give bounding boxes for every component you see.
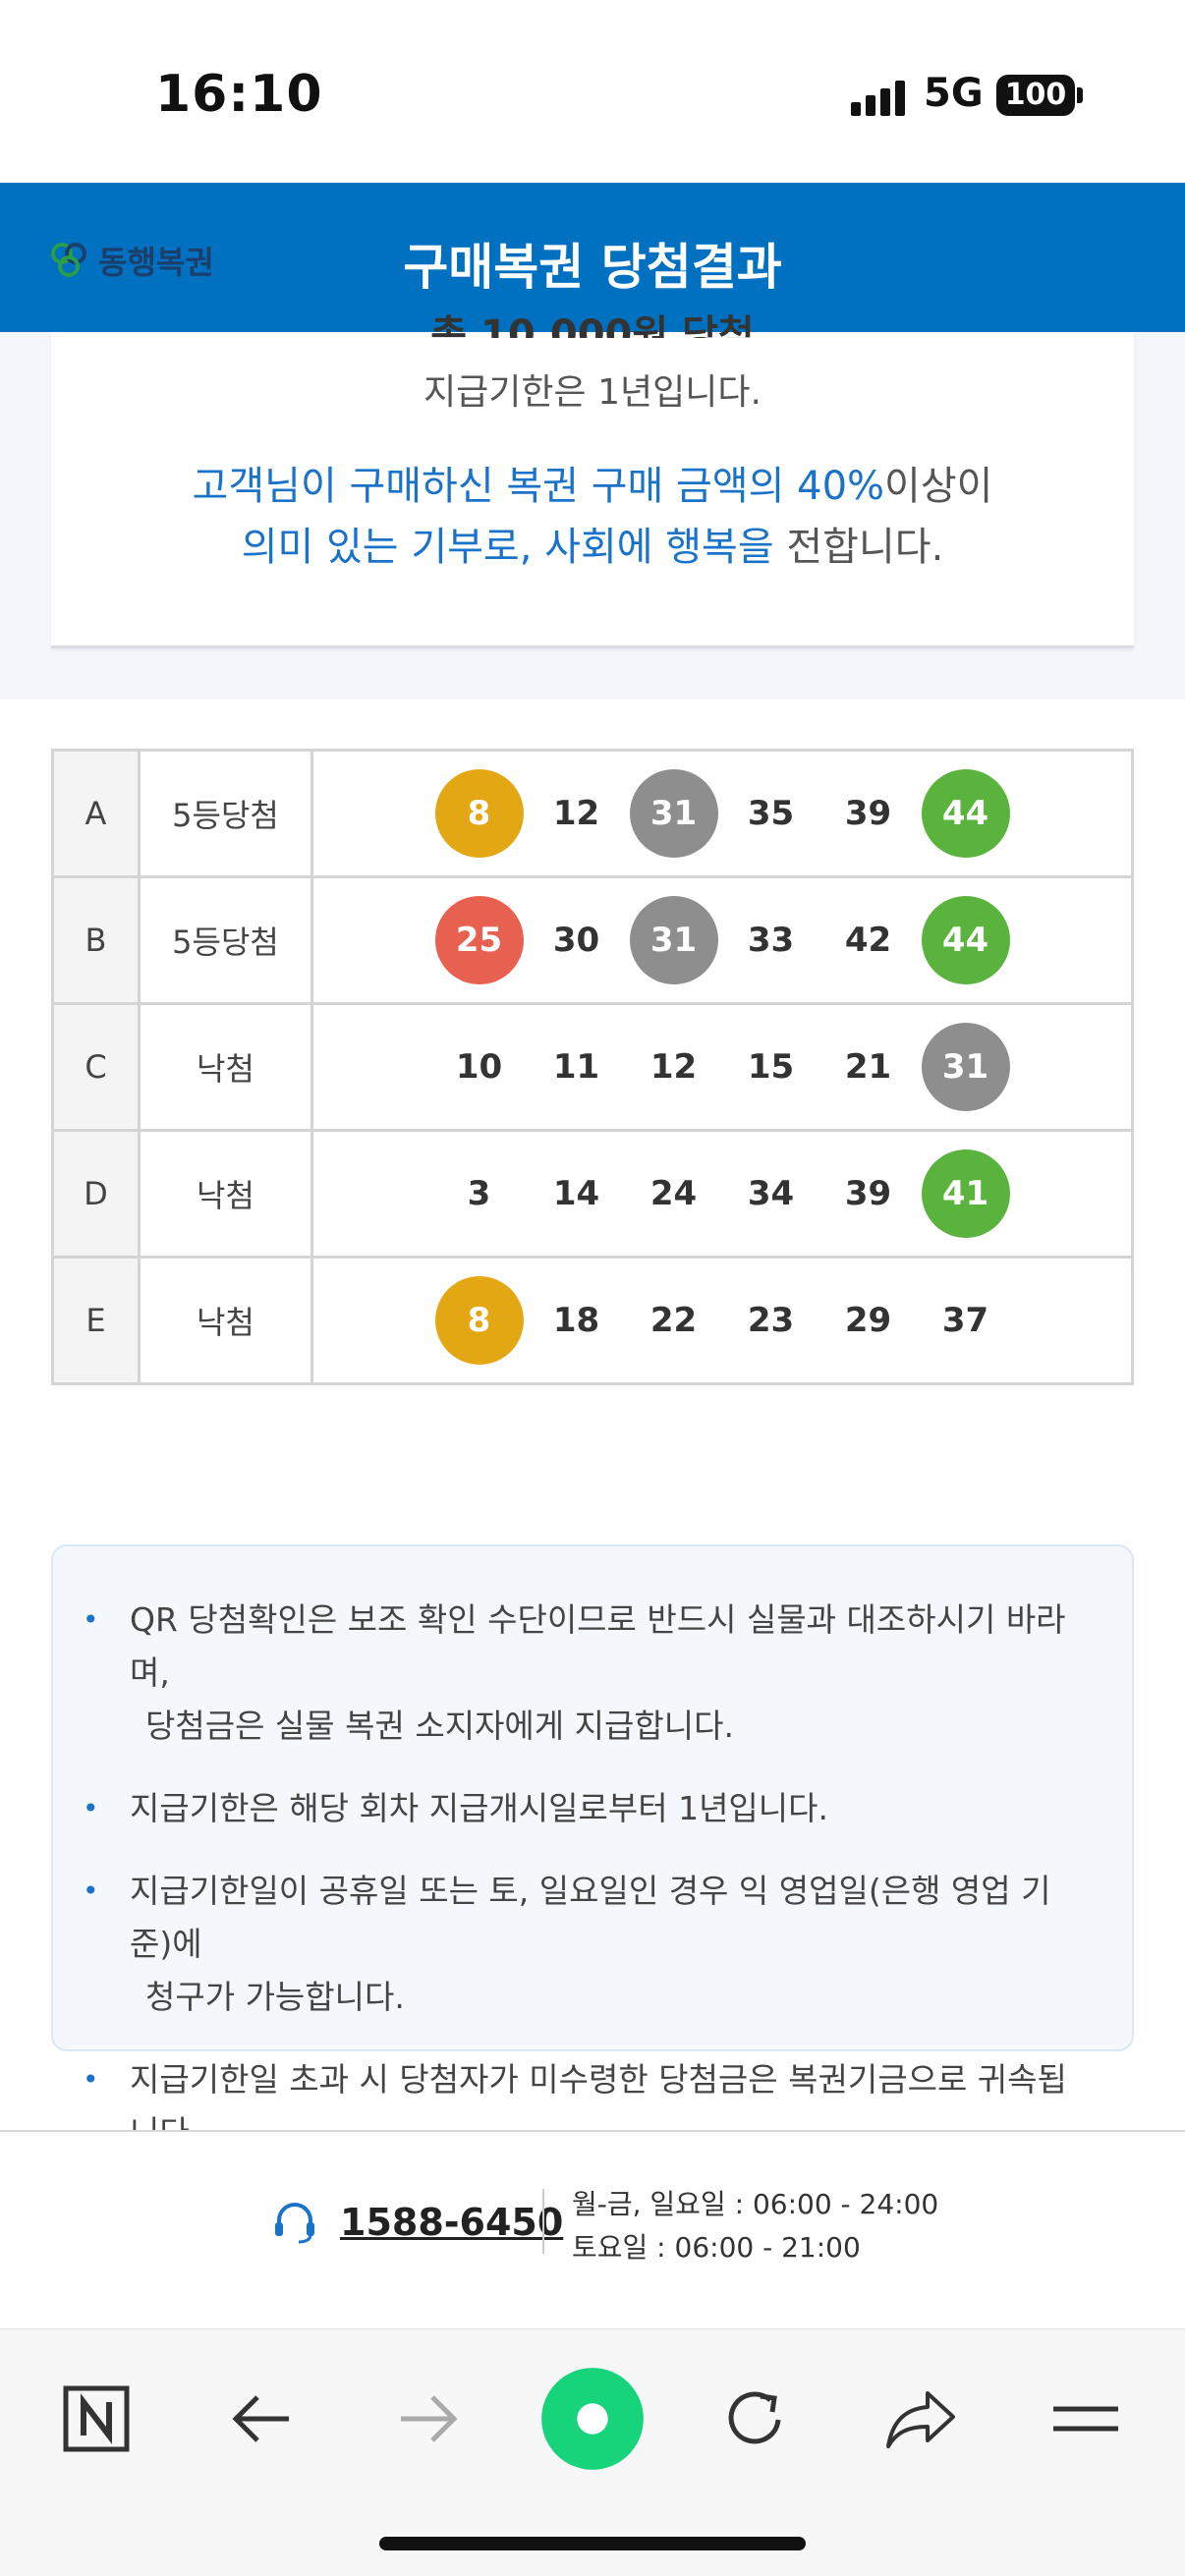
lotto-number: 34 [747,1174,795,1213]
result-numbers: 10 11 12 15 21 31 [310,1002,1134,1132]
result-rank: 낙첨 [138,1256,313,1385]
forward-button[interactable] [373,2365,481,2473]
result-row-id: E [51,1256,141,1385]
notice-text: 지급기한은 해당 회차 지급개시일로부터 1년입니다. [130,1789,829,1827]
result-row: E 낙첨 8 18 22 23 29 37 [51,1256,1134,1385]
summary-card: 총 10,000원 당첨 지급기한은 1년입니다. 고객님이 구매하신 복권 구… [51,312,1134,648]
lotto-number: 18 [552,1301,600,1340]
matched-number-ball: 41 [921,1149,1010,1238]
lotto-number: 23 [747,1301,795,1340]
notice-text-cont: 청구가 가능합니다. [145,1978,405,2016]
refresh-button[interactable] [702,2365,810,2473]
result-row-id: A [51,749,141,878]
naver-home-button[interactable] [42,2365,150,2473]
result-numbers: 8 12 31 35 39 44 [310,749,1134,878]
message-line1-highlight: 고객님이 구매하신 복권 구매 금액의 40% [192,464,885,509]
results-table: A 5등당첨 8 12 31 35 39 44 B 5등당첨 25 30 31 33 42 44 C 낙첨 10 11… [51,749,1134,1385]
result-rank: 5등당첨 [138,875,313,1005]
result-numbers: 25 30 31 33 42 44 [310,875,1134,1005]
matched-number-ball: 31 [629,769,718,858]
notice-text: 지급기한일이 공휴일 또는 토, 일요일인 경우 익 영업일(은행 영업 기준)… [130,1872,1051,1963]
footer: 1588-6450 월-금, 일요일 : 06:00 - 24:00 토요일 :… [0,2130,1185,2328]
summary-area: 총 10,000원 당첨 지급기한은 1년입니다. 고객님이 구매하신 복권 구… [0,312,1185,700]
result-rank: 5등당첨 [138,749,313,878]
donation-message: 고객님이 구매하신 복권 구매 금액의 40%이상이 의미 있는 기부로, 사회… [51,456,1134,578]
status-bar: 16:10 5G 100 [0,0,1185,183]
lotto-number: 33 [747,921,795,960]
menu-icon [1053,2406,1118,2432]
share-button[interactable] [867,2365,975,2473]
signal-icon [851,81,906,116]
message-line2-rest: 전합니다. [773,525,944,570]
lotto-number: 39 [844,794,892,833]
naver-home-icon [63,2385,130,2452]
network-type: 5G [924,71,984,116]
notice-text-cont: 당첨금은 실물 복권 소지자에게 지급합니다. [145,1707,734,1745]
lotto-number: 12 [552,794,600,833]
result-row-id: C [51,1002,141,1132]
lotto-number: 10 [455,1047,503,1087]
result-row: B 5등당첨 25 30 31 33 42 44 [51,875,1134,1005]
lotto-number: 39 [844,1174,892,1213]
lotto-number: 12 [649,1047,698,1087]
lotto-number: 37 [941,1301,989,1340]
back-arrow-icon [232,2395,289,2442]
result-numbers: 3 14 24 34 39 41 [310,1129,1134,1259]
matched-number-ball: 31 [921,1023,1010,1111]
matched-number-ball: 44 [921,896,1010,984]
green-dot-icon [541,2368,644,2470]
refresh-icon [728,2391,781,2444]
matched-number-ball: 8 [434,1276,524,1365]
status-time: 16:10 [155,65,323,124]
notice-item: QR 당첨확인은 보조 확인 수단이므로 반드시 실물과 대조하시기 바라며, … [83,1594,1093,1753]
message-line1-rest: 이상이 [884,464,993,509]
lotto-number: 11 [552,1047,600,1087]
deadline-text: 지급기한은 1년입니다. [423,372,762,413]
result-row: D 낙첨 3 14 24 34 39 41 [51,1129,1134,1259]
result-row-id: B [51,875,141,1005]
lotto-number: 30 [552,921,600,960]
result-row-id: D [51,1129,141,1259]
lotto-number: 24 [649,1174,698,1213]
result-rank: 낙첨 [138,1129,313,1259]
notice-text: QR 당첨확인은 보조 확인 수단이므로 반드시 실물과 대조하시기 바라며, [130,1600,1066,1692]
notice-box: QR 당첨확인은 보조 확인 수단이므로 반드시 실물과 대조하시기 바라며, … [51,1544,1134,2152]
lotto-number: 29 [844,1301,892,1340]
footer-divider [542,2189,544,2254]
home-indicator [379,2537,806,2550]
page-title: 구매복권 당첨결과 [403,239,782,296]
result-numbers: 8 18 22 23 29 37 [310,1256,1134,1385]
lotto-number: 3 [467,1174,491,1213]
lotto-number: 15 [747,1047,795,1087]
lotto-number: 35 [747,794,795,833]
headset-icon [275,2203,314,2244]
hours-saturday: 토요일 : 06:00 - 21:00 [572,2231,861,2264]
lotto-number: 14 [552,1174,600,1213]
matched-number-ball: 25 [434,896,524,984]
lotto-number: 42 [844,921,892,960]
matched-number-ball: 8 [434,769,524,858]
result-rank: 낙첨 [138,1002,313,1132]
business-hours: 월-금, 일요일 : 06:00 - 24:00 토요일 : 06:00 - 2… [572,2183,938,2269]
menu-button[interactable] [1032,2365,1140,2473]
battery-icon: 100 [996,75,1075,116]
notice-item: 지급기한은 해당 회차 지급개시일로부터 1년입니다. [83,1782,1093,1835]
forward-arrow-icon [401,2395,458,2442]
message-line2-highlight: 의미 있는 기부로, 사회에 행복을 [241,525,774,570]
matched-number-ball: 44 [921,769,1010,858]
hours-weekday: 월-금, 일요일 : 06:00 - 24:00 [572,2188,939,2220]
matched-number-ball: 31 [629,896,718,984]
back-button[interactable] [208,2365,316,2473]
notice-item: 지급기한일이 공휴일 또는 토, 일요일인 경우 익 영업일(은행 영업 기준)… [83,1865,1093,2024]
prize-total-clipped: 총 10,000원 당첨 [430,312,755,338]
lotto-number: 21 [844,1047,892,1087]
share-icon [886,2391,955,2448]
result-row: A 5등당첨 8 12 31 35 39 44 [51,749,1134,878]
result-row: C 낙첨 10 11 12 15 21 31 [51,1002,1134,1132]
green-dot-button[interactable] [538,2365,647,2473]
battery-tip [1077,87,1083,103]
customer-phone-link[interactable]: 1588-6450 [340,2201,563,2244]
lotto-number: 22 [649,1301,698,1340]
